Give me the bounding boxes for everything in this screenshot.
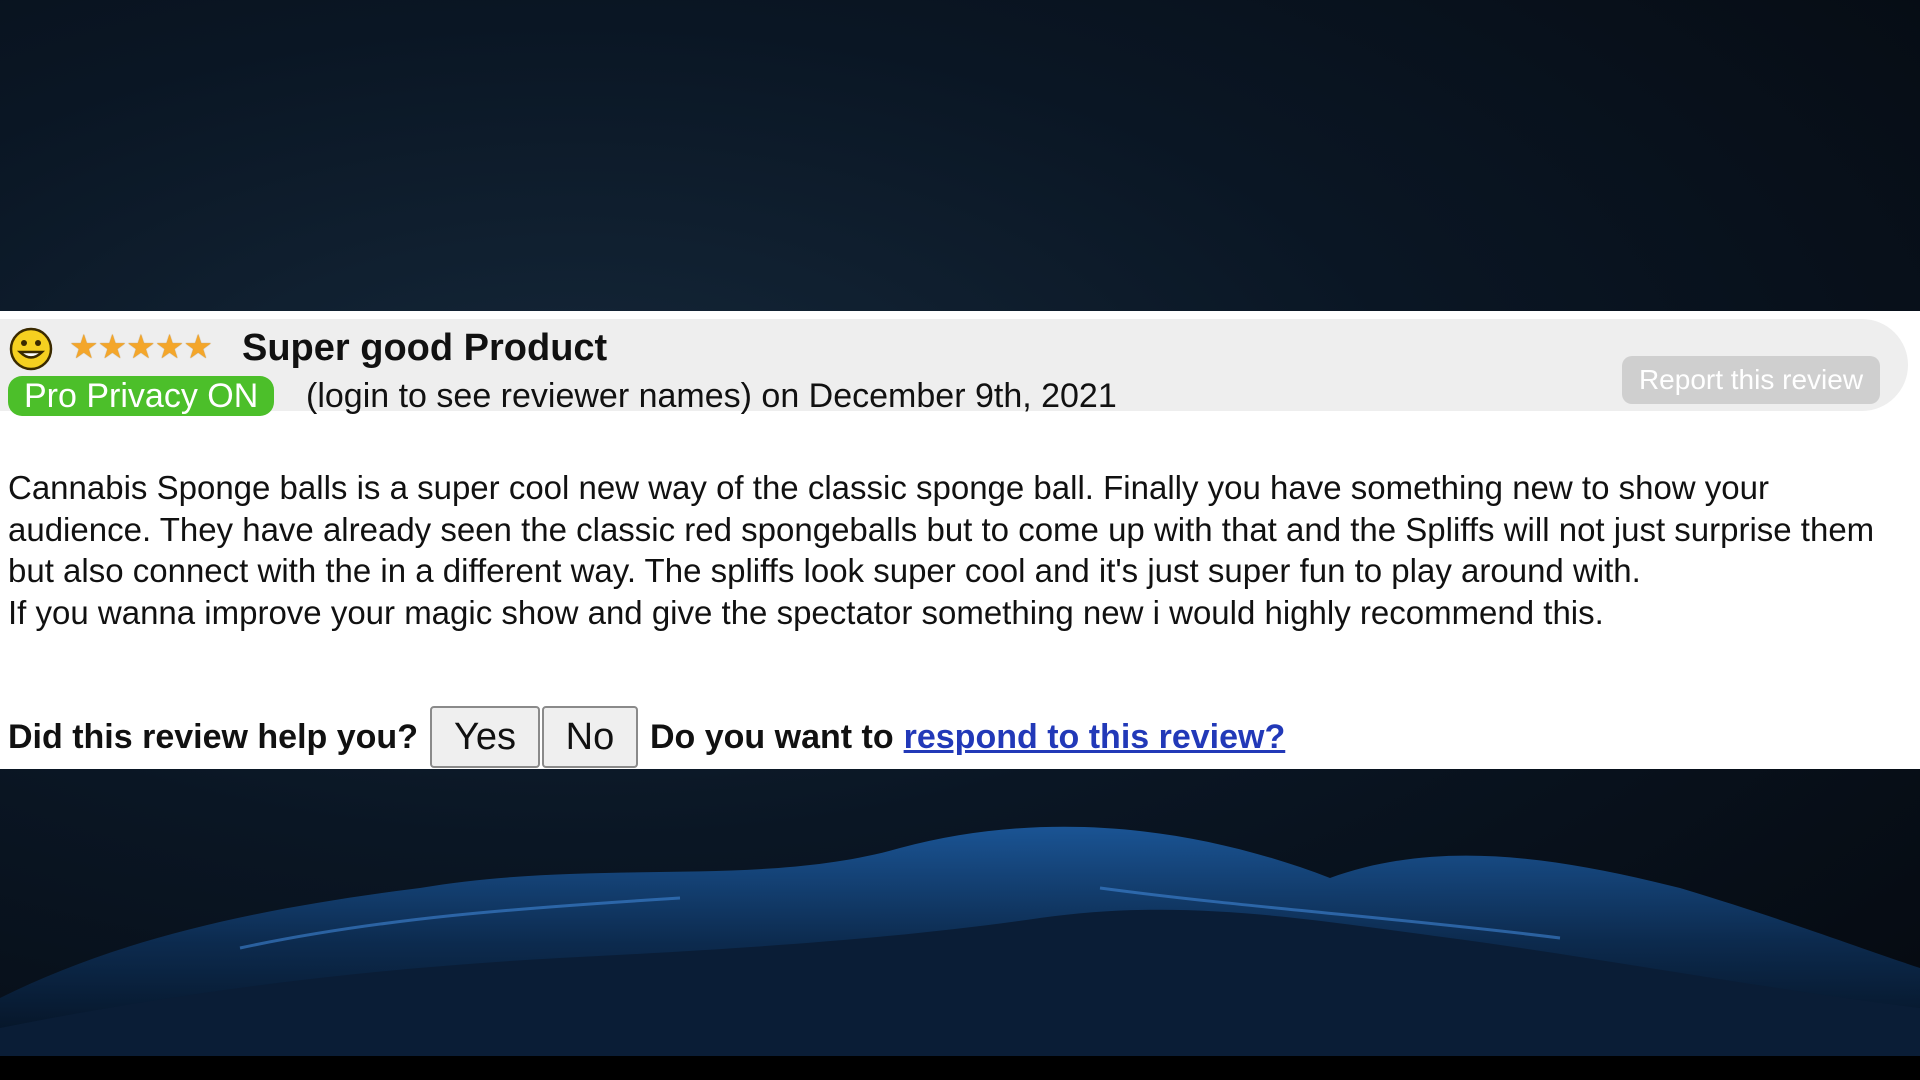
review-body: Cannabis Sponge balls is a super cool ne… xyxy=(8,467,1908,633)
smiley-face-icon xyxy=(9,327,53,371)
respond-link[interactable]: respond to this review? xyxy=(904,718,1286,757)
respond-prompt: Do you want to xyxy=(649,717,894,756)
review-card: ★★★★★ Super good Product Pro Privacy ON … xyxy=(0,311,1920,769)
helpfulness-row: Did this review help you? Yes No Do you … xyxy=(8,706,1285,768)
review-paragraph: If you wanna improve your magic show and… xyxy=(8,593,1604,631)
yes-button[interactable]: Yes xyxy=(429,706,540,768)
bottom-letterbox xyxy=(0,1056,1920,1080)
review-paragraph: Cannabis Sponge balls is a super cool ne… xyxy=(8,469,1875,589)
dark-rock-background xyxy=(0,826,1920,1058)
star-rating: ★★★★★ xyxy=(69,328,213,365)
review-header: ★★★★★ Super good Product Pro Privacy ON … xyxy=(0,319,1908,416)
review-meta: (login to see reviewer names) on Decembe… xyxy=(306,377,1117,415)
report-review-button[interactable]: Report this review xyxy=(1622,356,1880,404)
privacy-badge: Pro Privacy ON xyxy=(8,376,275,416)
background-scene: ★★★★★ Super good Product Pro Privacy ON … xyxy=(0,0,1920,1080)
review-title: Super good Product xyxy=(242,327,608,369)
helpful-question: Did this review help you? xyxy=(8,717,418,756)
no-button[interactable]: No xyxy=(541,706,638,768)
